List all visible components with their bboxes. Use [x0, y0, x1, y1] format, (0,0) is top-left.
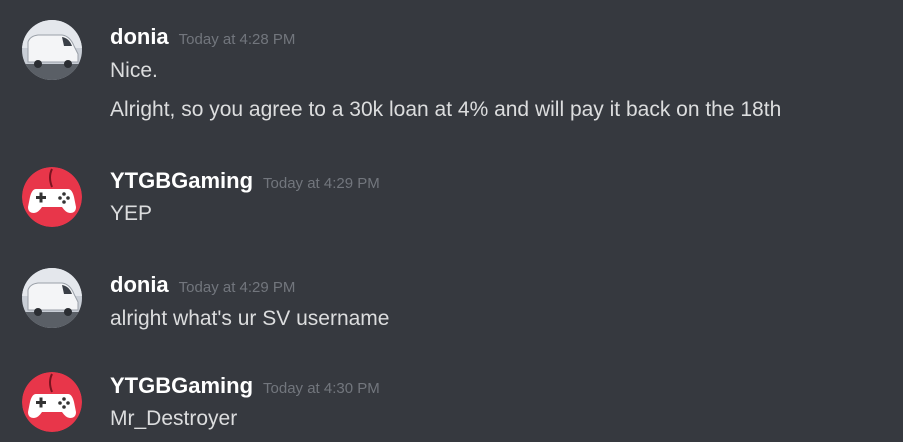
- username[interactable]: donia: [110, 24, 169, 49]
- avatar[interactable]: [22, 268, 82, 328]
- timestamp: Today at 4:29 PM: [178, 279, 296, 296]
- message-text: Alright, so you agree to a 30k loan at 4…: [110, 98, 782, 121]
- username[interactable]: donia: [110, 272, 169, 297]
- gamepad-avatar-icon: [22, 167, 82, 227]
- timestamp: Today at 4:30 PM: [263, 380, 380, 397]
- timestamp: Today at 4:28 PM: [178, 31, 296, 48]
- truck-avatar-icon: [22, 20, 82, 80]
- message-text: alright what's ur SV username: [110, 307, 390, 330]
- avatar[interactable]: [22, 167, 82, 227]
- message-text: YEP: [110, 202, 153, 225]
- timestamp: Today at 4:29 PM: [263, 175, 380, 192]
- message-text: Nice.: [110, 59, 158, 82]
- avatar[interactable]: [22, 372, 82, 432]
- username[interactable]: YTGBGaming: [110, 168, 253, 193]
- gamepad-avatar-icon: [22, 372, 82, 432]
- chat-messages: donia Today at 4:28 PM Nice. Alright, so …: [0, 0, 903, 442]
- username[interactable]: YTGBGaming: [110, 373, 253, 398]
- message-text: Mr_Destroyer: [110, 407, 238, 430]
- truck-avatar-icon: [22, 268, 82, 328]
- avatar[interactable]: [22, 20, 82, 80]
